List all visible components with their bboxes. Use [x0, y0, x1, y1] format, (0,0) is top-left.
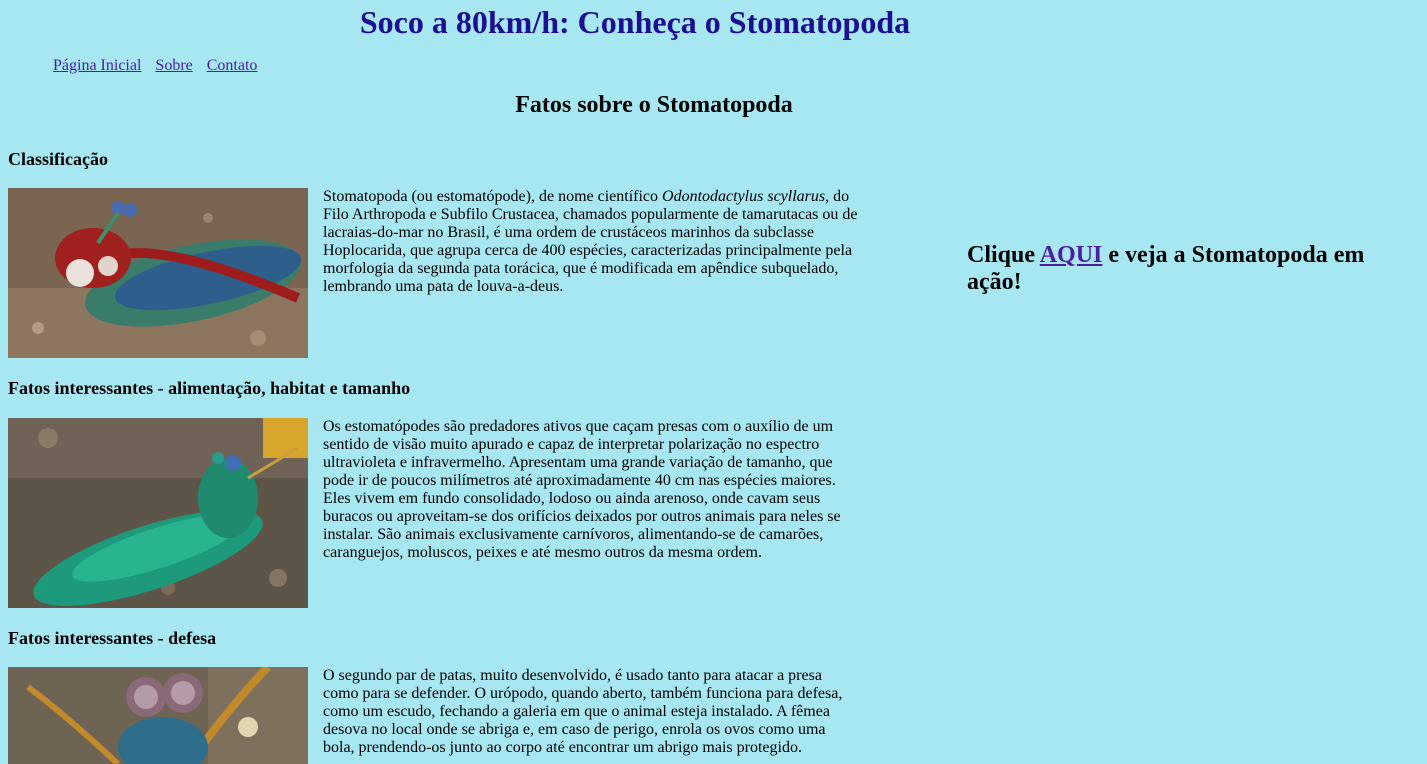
video-cta: Clique AQUI e veja a Stomatopoda em ação…	[967, 242, 1365, 295]
section-heading-habitat: Fatos interessantes - alimentação, habit…	[8, 378, 411, 398]
main-nav: Página Inicial Sobre Contato	[53, 57, 267, 75]
mantis-shrimp-photo-2	[8, 418, 308, 608]
section-text-classification: Stomatopoda (ou estomatópode), de nome c…	[323, 188, 858, 295]
section-heading-classification: Classificação	[8, 149, 108, 169]
video-link[interactable]: AQUI	[1040, 242, 1103, 268]
page-title: Soco a 80km/h: Conheça o Stomatopoda	[359, 4, 911, 40]
section-text-habitat: Os estomatópodes são predadores ativos q…	[323, 418, 841, 561]
content-title: Fatos sobre o Stomatopoda	[515, 92, 793, 118]
nav-link-about[interactable]: Sobre	[155, 57, 192, 74]
nav-link-home[interactable]: Página Inicial	[53, 57, 141, 74]
nav-link-contact[interactable]: Contato	[207, 57, 258, 74]
section-heading-defense: Fatos interessantes - defesa	[8, 628, 217, 648]
mantis-shrimp-photo-3	[8, 667, 308, 764]
mantis-shrimp-photo-1	[8, 188, 308, 358]
section-text-defense: O segundo par de patas, muito desenvolvi…	[323, 667, 843, 756]
